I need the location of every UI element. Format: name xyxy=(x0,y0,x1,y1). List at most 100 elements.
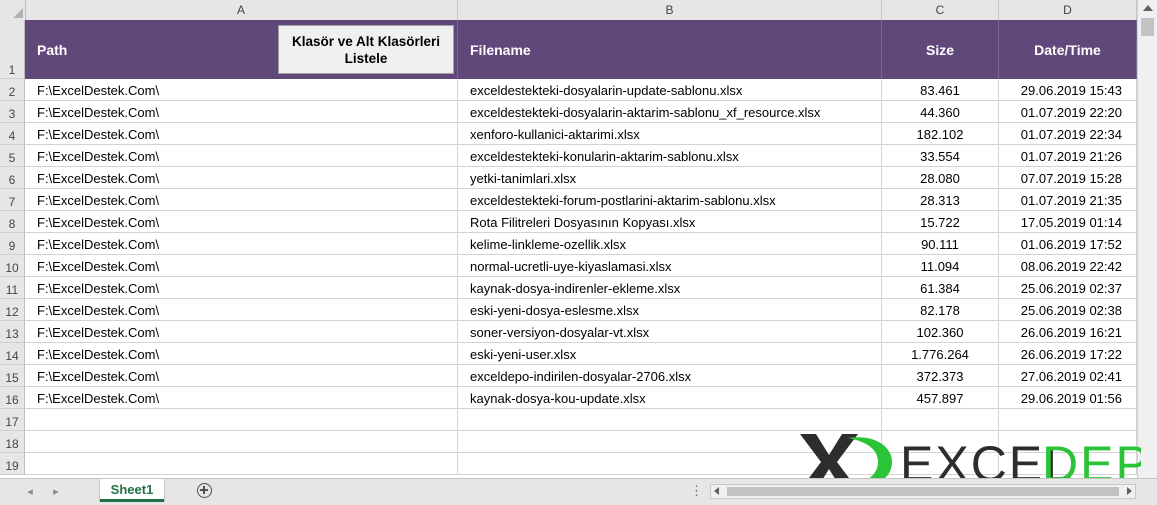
row-header-11[interactable]: 11 xyxy=(0,277,25,299)
cell-date[interactable]: 29.06.2019 15:43 xyxy=(999,79,1137,101)
cell-date[interactable]: 26.06.2019 16:21 xyxy=(999,321,1137,343)
header-datetime[interactable]: Date/Time xyxy=(999,20,1137,79)
cell-size[interactable]: 90.111 xyxy=(882,233,999,255)
cell-size[interactable]: 28.313 xyxy=(882,189,999,211)
column-header-b[interactable]: B xyxy=(458,0,882,20)
cell-size[interactable]: 1.776.264 xyxy=(882,343,999,365)
cell-size[interactable]: 372.373 xyxy=(882,365,999,387)
cell-path[interactable]: F:\ExcelDestek.Com\ xyxy=(25,343,458,365)
cell-filename[interactable]: exceldepo-indirilen-dosyalar-2706.xlsx xyxy=(458,365,882,387)
cell-path[interactable]: F:\ExcelDestek.Com\ xyxy=(25,123,458,145)
row-header-8[interactable]: 8 xyxy=(0,211,25,233)
splitter-dots-icon[interactable]: ⋮ xyxy=(690,484,703,498)
cell-filename[interactable]: exceldestekteki-dosyalarin-update-sablon… xyxy=(458,79,882,101)
cell-path[interactable] xyxy=(25,431,458,453)
cell-path[interactable]: F:\ExcelDestek.Com\ xyxy=(25,211,458,233)
cell-size[interactable]: 83.461 xyxy=(882,79,999,101)
select-all-corner[interactable] xyxy=(0,0,26,20)
cell-path[interactable]: F:\ExcelDestek.Com\ xyxy=(25,189,458,211)
horizontal-scrollbar[interactable] xyxy=(710,484,1136,499)
cell-date[interactable]: 17.05.2019 01:14 xyxy=(999,211,1137,233)
column-header-d[interactable]: D xyxy=(999,0,1137,20)
cell-filename[interactable]: exceldestekteki-forum-postlarini-aktarim… xyxy=(458,189,882,211)
cell-path[interactable]: F:\ExcelDestek.Com\ xyxy=(25,255,458,277)
cell-path[interactable]: F:\ExcelDestek.Com\ xyxy=(25,387,458,409)
cell-size[interactable]: 11.094 xyxy=(882,255,999,277)
cell-filename[interactable] xyxy=(458,409,882,431)
cell-path[interactable]: F:\ExcelDestek.Com\ xyxy=(25,233,458,255)
cell-filename[interactable]: eski-yeni-dosya-eslesme.xlsx xyxy=(458,299,882,321)
vertical-scroll-thumb[interactable] xyxy=(1141,18,1154,36)
header-filename[interactable]: Filename xyxy=(458,20,882,79)
row-header-6[interactable]: 6 xyxy=(0,167,25,189)
next-sheet-arrow-icon[interactable]: ▸ xyxy=(50,486,62,498)
cell-path[interactable]: F:\ExcelDestek.Com\ xyxy=(25,277,458,299)
cell-date[interactable]: 27.06.2019 02:41 xyxy=(999,365,1137,387)
cell-size[interactable] xyxy=(882,409,999,431)
cell-filename[interactable]: kelime-linkleme-ozellik.xlsx xyxy=(458,233,882,255)
cell-size[interactable]: 15.722 xyxy=(882,211,999,233)
cell-filename[interactable]: exceldestekteki-konularin-aktarim-sablon… xyxy=(458,145,882,167)
scroll-up-arrow-icon[interactable] xyxy=(1143,5,1153,11)
prev-sheet-arrow-icon[interactable]: ◂ xyxy=(24,486,36,498)
cell-date[interactable]: 01.07.2019 21:35 xyxy=(999,189,1137,211)
cell-filename[interactable]: Rota Filitreleri Dosyasının Kopyası.xlsx xyxy=(458,211,882,233)
cell-filename[interactable]: exceldestekteki-dosyalarin-aktarim-sablo… xyxy=(458,101,882,123)
cell-path[interactable]: F:\ExcelDestek.Com\ xyxy=(25,101,458,123)
cell-size[interactable]: 182.102 xyxy=(882,123,999,145)
row-header-5[interactable]: 5 xyxy=(0,145,25,167)
cell-size[interactable]: 33.554 xyxy=(882,145,999,167)
cell-path[interactable]: F:\ExcelDestek.Com\ xyxy=(25,167,458,189)
cell-filename[interactable]: xenforo-kullanici-aktarimi.xlsx xyxy=(458,123,882,145)
row-header-16[interactable]: 16 xyxy=(0,387,25,409)
cell-path[interactable]: F:\ExcelDestek.Com\ xyxy=(25,365,458,387)
cell-date[interactable]: 01.07.2019 22:20 xyxy=(999,101,1137,123)
cell-path[interactable]: F:\ExcelDestek.Com\ xyxy=(25,79,458,101)
row-header-3[interactable]: 3 xyxy=(0,101,25,123)
cell-filename[interactable]: kaynak-dosya-kou-update.xlsx xyxy=(458,387,882,409)
cell-path[interactable] xyxy=(25,453,458,475)
cell-date[interactable]: 01.07.2019 22:34 xyxy=(999,123,1137,145)
cell-date[interactable]: 01.06.2019 17:52 xyxy=(999,233,1137,255)
row-header-19[interactable]: 19 xyxy=(0,453,25,475)
cell-path[interactable] xyxy=(25,409,458,431)
cell-size[interactable]: 82.178 xyxy=(882,299,999,321)
cell-date[interactable]: 25.06.2019 02:37 xyxy=(999,277,1137,299)
cell-filename[interactable]: soner-versiyon-dosyalar-vt.xlsx xyxy=(458,321,882,343)
cell-path[interactable]: F:\ExcelDestek.Com\ xyxy=(25,145,458,167)
spreadsheet-grid[interactable]: ABCD 1 2 3 4 5 6 7 8 9 10 11 12 13 14 15 16 17 18 19 Path … xyxy=(0,0,1157,478)
list-folders-button[interactable]: Klasör ve Alt Klasörleri Listele xyxy=(278,25,454,74)
row-header-9[interactable]: 9 xyxy=(0,233,25,255)
row-header-4[interactable]: 4 xyxy=(0,123,25,145)
header-size[interactable]: Size xyxy=(882,20,999,79)
cell-filename[interactable]: kaynak-dosya-indirenler-ekleme.xlsx xyxy=(458,277,882,299)
column-header-c[interactable]: C xyxy=(882,0,999,20)
cell-date[interactable]: 26.06.2019 17:22 xyxy=(999,343,1137,365)
scroll-right-arrow-icon[interactable] xyxy=(1127,487,1132,495)
tab-sheet1[interactable]: Sheet1 xyxy=(100,479,164,502)
row-header-17[interactable]: 17 xyxy=(0,409,25,431)
column-header-a[interactable]: A xyxy=(25,0,458,20)
row-header-12[interactable]: 12 xyxy=(0,299,25,321)
add-sheet-plus-icon[interactable] xyxy=(197,483,212,498)
cell-size[interactable]: 102.360 xyxy=(882,321,999,343)
row-header-15[interactable]: 15 xyxy=(0,365,25,387)
cell-date[interactable]: 25.06.2019 02:38 xyxy=(999,299,1137,321)
row-header-7[interactable]: 7 xyxy=(0,189,25,211)
cell-path[interactable]: F:\ExcelDestek.Com\ xyxy=(25,299,458,321)
cell-filename[interactable]: normal-ucretli-uye-kiyaslamasi.xlsx xyxy=(458,255,882,277)
cell-filename[interactable]: yetki-tanimlari.xlsx xyxy=(458,167,882,189)
cell-date[interactable]: 29.06.2019 01:56 xyxy=(999,387,1137,409)
vertical-scrollbar[interactable] xyxy=(1137,0,1157,478)
cell-date[interactable] xyxy=(999,409,1137,431)
cell-filename[interactable]: eski-yeni-user.xlsx xyxy=(458,343,882,365)
cell-size[interactable]: 44.360 xyxy=(882,101,999,123)
row-header-13[interactable]: 13 xyxy=(0,321,25,343)
cell-path[interactable]: F:\ExcelDestek.Com\ xyxy=(25,321,458,343)
cell-size[interactable]: 28.080 xyxy=(882,167,999,189)
cell-date[interactable]: 01.07.2019 21:26 xyxy=(999,145,1137,167)
cell-size[interactable]: 61.384 xyxy=(882,277,999,299)
cell-size[interactable]: 457.897 xyxy=(882,387,999,409)
row-header-10[interactable]: 10 xyxy=(0,255,25,277)
horizontal-scroll-thumb[interactable] xyxy=(727,487,1119,496)
